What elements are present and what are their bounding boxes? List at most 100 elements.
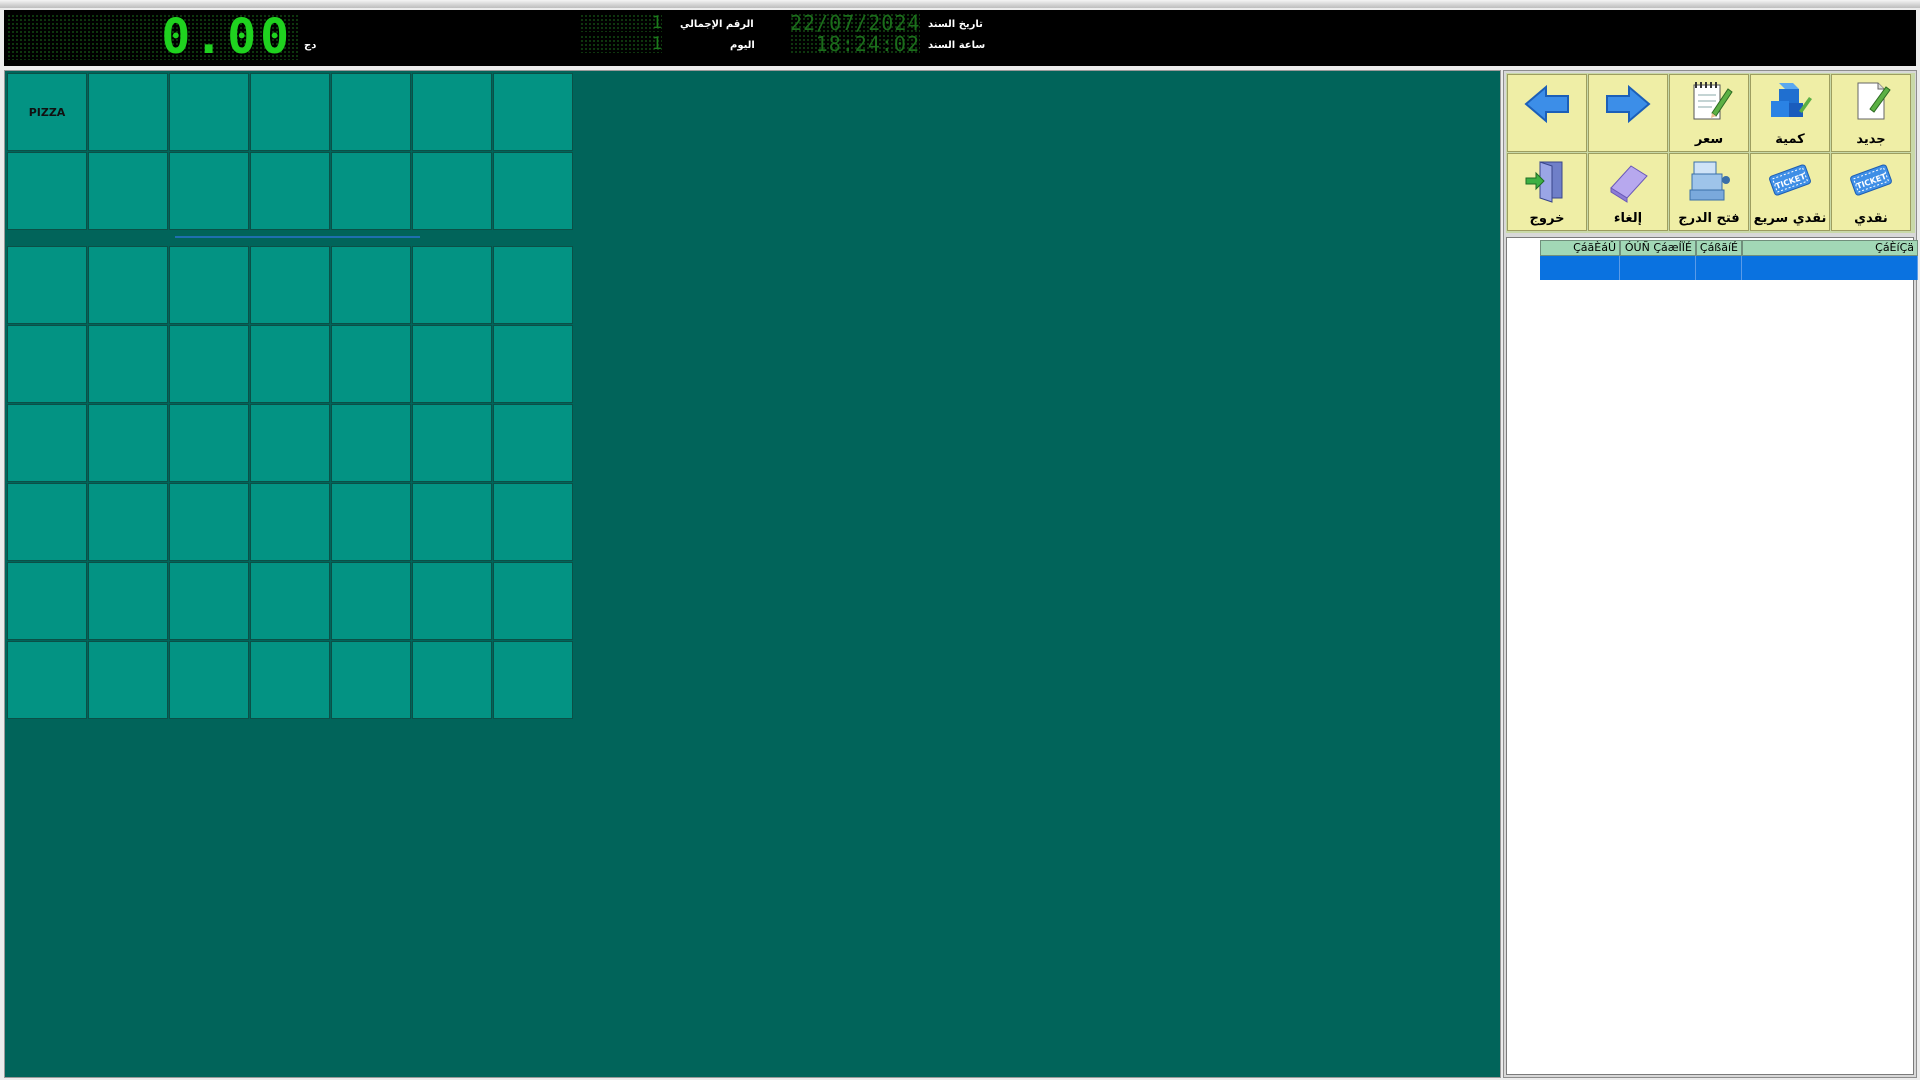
table-cell[interactable] <box>1620 256 1696 280</box>
product-button[interactable] <box>250 246 330 324</box>
cancel-label: إلغاء <box>1613 211 1643 226</box>
product-button[interactable] <box>412 562 492 640</box>
product-button[interactable] <box>88 404 168 482</box>
new-label: جديد <box>1856 132 1886 147</box>
cancel-button[interactable]: إلغاء <box>1588 153 1668 231</box>
category-button[interactable] <box>169 152 249 230</box>
ticket-icon: TICKET <box>1846 154 1896 208</box>
exit-label: خروج <box>1529 211 1565 226</box>
product-button[interactable] <box>331 325 411 403</box>
category-button[interactable] <box>250 152 330 230</box>
product-button[interactable] <box>250 641 330 719</box>
product-button[interactable] <box>88 246 168 324</box>
product-button[interactable] <box>7 483 87 561</box>
arrow-right-icon <box>1603 75 1653 133</box>
door-exit-icon <box>1522 154 1572 208</box>
cash-button[interactable]: TICKET نقدي <box>1831 153 1911 231</box>
arrow-left-icon <box>1522 75 1572 133</box>
ticket-icon: TICKET <box>1765 154 1815 208</box>
product-button[interactable] <box>169 483 249 561</box>
prev-button[interactable] <box>1507 74 1587 152</box>
category-button[interactable] <box>493 152 573 230</box>
product-grid <box>7 246 573 719</box>
product-button[interactable] <box>88 325 168 403</box>
product-button[interactable] <box>7 404 87 482</box>
product-button[interactable] <box>7 325 87 403</box>
pos-window: 0.00 دج 1 الرقم الإجمالي 1 اليوم 22/07/2… <box>0 0 1920 1080</box>
product-button[interactable] <box>88 483 168 561</box>
product-button[interactable] <box>493 562 573 640</box>
product-button[interactable] <box>331 483 411 561</box>
category-button[interactable] <box>169 73 249 151</box>
column-header[interactable]: ÇáÈíÇä <box>1742 240 1918 256</box>
product-button[interactable] <box>169 404 249 482</box>
product-button[interactable] <box>88 641 168 719</box>
product-button[interactable] <box>493 641 573 719</box>
category-button[interactable] <box>88 73 168 151</box>
price-button[interactable]: سعر <box>1669 74 1749 152</box>
items-panel: PIZZA <box>4 70 1501 1078</box>
product-button[interactable] <box>331 404 411 482</box>
column-header[interactable]: ÇáßãíÉ <box>1696 240 1742 256</box>
new-button[interactable]: جديد <box>1831 74 1911 152</box>
price-label: سعر <box>1694 132 1724 147</box>
product-button[interactable] <box>88 562 168 640</box>
total-display: 0.00 <box>7 13 299 61</box>
category-button[interactable]: PIZZA <box>7 73 87 151</box>
day-number-label: اليوم <box>730 40 755 51</box>
column-header[interactable]: ÇáãÈáÛ <box>1540 240 1620 256</box>
open-drawer-button[interactable]: فتح الدرج <box>1669 153 1749 231</box>
category-button[interactable] <box>412 73 492 151</box>
open-drawer-label: فتح الدرج <box>1678 211 1740 226</box>
category-button[interactable] <box>493 73 573 151</box>
category-button[interactable] <box>250 73 330 151</box>
product-button[interactable] <box>169 562 249 640</box>
product-button[interactable] <box>493 483 573 561</box>
category-button[interactable] <box>331 73 411 151</box>
exit-button[interactable]: خروج <box>1507 153 1587 231</box>
product-button[interactable] <box>493 246 573 324</box>
product-button[interactable] <box>7 641 87 719</box>
table-cell[interactable] <box>1696 256 1742 280</box>
product-button[interactable] <box>250 404 330 482</box>
product-button[interactable] <box>7 562 87 640</box>
ticket-selected-row[interactable] <box>1540 256 1918 280</box>
next-button[interactable] <box>1588 74 1668 152</box>
category-grid: PIZZA <box>7 73 573 230</box>
table-cell[interactable] <box>1540 256 1620 280</box>
product-button[interactable] <box>412 325 492 403</box>
category-button[interactable] <box>88 152 168 230</box>
product-button[interactable] <box>250 325 330 403</box>
product-button[interactable] <box>412 246 492 324</box>
product-button[interactable] <box>331 562 411 640</box>
action-toolbar: سعر كمية جديد خروج إلغاء فتح الدرج TICKET نقدي … <box>1506 73 1915 233</box>
new-document-icon <box>1846 75 1896 129</box>
product-button[interactable] <box>250 483 330 561</box>
quick-cash-button[interactable]: TICKET نقدي سريع <box>1750 153 1830 231</box>
cash-label: نقدي <box>1854 211 1888 226</box>
notepad-pencil-icon <box>1684 75 1734 129</box>
product-button[interactable] <box>169 641 249 719</box>
category-button[interactable] <box>412 152 492 230</box>
product-button[interactable] <box>331 246 411 324</box>
grid-separator <box>175 236 420 238</box>
quantity-button[interactable]: كمية <box>1750 74 1830 152</box>
product-button[interactable] <box>493 404 573 482</box>
product-button[interactable] <box>412 641 492 719</box>
ticket-grid[interactable]: ÇáãÈáÛ ÓÚÑ ÇáæÍÏÉ ÇáßãíÉ ÇáÈíÇä <box>1506 237 1918 1075</box>
category-button[interactable] <box>331 152 411 230</box>
column-header[interactable]: ÓÚÑ ÇáæÍÏÉ <box>1620 240 1696 256</box>
doc-date-display: 22/07/2024 <box>790 11 921 35</box>
product-button[interactable] <box>412 483 492 561</box>
doc-time-display: 18:24:02 <box>790 34 920 54</box>
category-button[interactable] <box>7 152 87 230</box>
table-cell[interactable] <box>1742 256 1918 280</box>
currency-label: دج <box>304 40 317 51</box>
product-button[interactable] <box>331 641 411 719</box>
product-button[interactable] <box>169 325 249 403</box>
product-button[interactable] <box>169 246 249 324</box>
product-button[interactable] <box>250 562 330 640</box>
product-button[interactable] <box>412 404 492 482</box>
product-button[interactable] <box>493 325 573 403</box>
product-button[interactable] <box>7 246 87 324</box>
